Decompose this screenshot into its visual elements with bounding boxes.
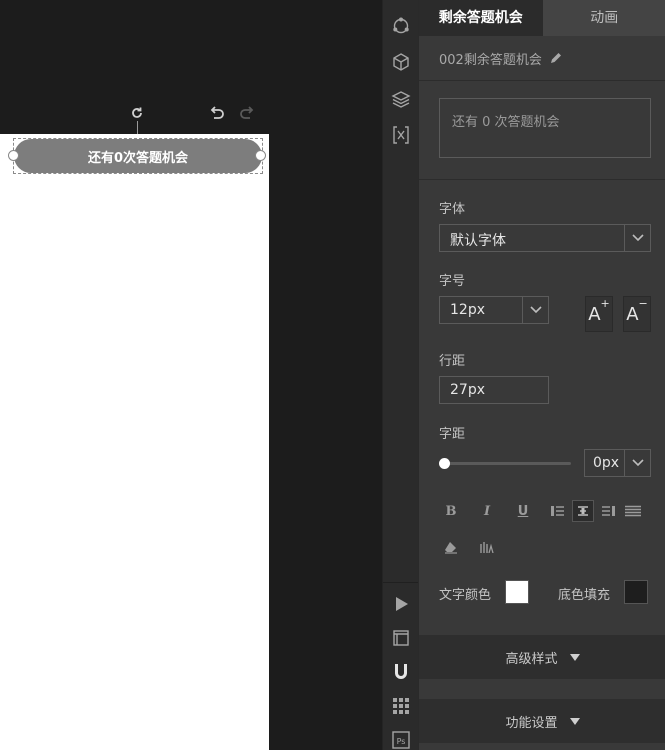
clear-format-icon[interactable] — [440, 536, 462, 558]
increase-font-button[interactable]: A+ — [585, 296, 613, 332]
pencil-icon[interactable] — [550, 52, 562, 64]
font-select[interactable]: 默认字体 — [439, 224, 651, 252]
panel-tabs: 剩余答题机会 动画 — [419, 0, 665, 36]
decrease-font-icon: A− — [626, 297, 648, 325]
advanced-style-section[interactable]: 高级样式 — [419, 635, 665, 679]
font-value: 默认字体 — [450, 233, 506, 249]
resize-handle-left[interactable] — [8, 150, 19, 161]
line-height-label: 行距 — [439, 354, 466, 369]
redo-icon[interactable] — [238, 104, 256, 122]
align-justify-icon[interactable] — [622, 500, 644, 522]
undo-icon[interactable] — [208, 104, 226, 122]
line-height-input[interactable]: 27px — [439, 376, 549, 404]
layers-icon[interactable] — [389, 87, 413, 111]
photoshop-icon[interactable]: Ps — [389, 728, 413, 750]
cube-icon[interactable] — [389, 50, 413, 74]
play-icon[interactable] — [389, 592, 413, 616]
editor-root: 还有0次答题机会 Ps 剩余答题机会 动画 002剩余答题机会 还有 0 次答题… — [0, 0, 665, 750]
element-name-row: 002剩余答题机会 — [439, 46, 562, 70]
side-toolbar: Ps — [382, 0, 419, 750]
canvas-area: 还有0次答题机会 — [0, 0, 382, 750]
align-left-icon[interactable] — [547, 500, 569, 522]
letter-spacing-value: 0px — [593, 455, 620, 471]
tab-animation[interactable]: 动画 — [542, 0, 665, 36]
chevron-down-icon[interactable] — [522, 297, 548, 323]
magnet-icon[interactable] — [389, 660, 413, 684]
variable-icon[interactable] — [389, 123, 413, 147]
divider — [419, 80, 665, 81]
share-icon[interactable] — [389, 14, 413, 38]
letter-spacing-label: 字距 — [439, 427, 466, 442]
align-center-icon[interactable] — [572, 500, 594, 522]
size-select[interactable]: 12px — [439, 296, 549, 324]
properties-panel: 剩余答题机会 动画 002剩余答题机会 还有 0 次答题机会 字体 默认字体 字… — [418, 0, 665, 750]
element-name[interactable]: 002剩余答题机会 — [439, 49, 542, 68]
letter-spacing-slider[interactable] — [445, 462, 571, 465]
frame-icon[interactable] — [389, 626, 413, 650]
toolbar-divider — [383, 582, 419, 583]
font-label: 字体 — [439, 202, 466, 217]
chevron-down-icon[interactable] — [624, 450, 650, 476]
function-settings-section[interactable]: 功能设置 — [419, 699, 665, 743]
phone-canvas[interactable] — [0, 134, 269, 750]
resize-handle-right[interactable] — [255, 150, 266, 161]
increase-font-icon: A+ — [588, 297, 610, 325]
grid-icon[interactable] — [389, 694, 413, 718]
text-color-label: 文字颜色 — [439, 588, 492, 603]
divider — [419, 179, 665, 180]
bold-icon[interactable]: B — [440, 500, 462, 522]
tab-remaining-chances[interactable]: 剩余答题机会 — [419, 0, 543, 36]
advanced-style-label: 高级样式 — [505, 651, 558, 667]
function-settings-label: 功能设置 — [505, 715, 558, 731]
align-right-icon[interactable] — [597, 500, 619, 522]
triangle-down-icon — [569, 653, 580, 661]
selected-text-element[interactable]: 还有0次答题机会 — [14, 139, 262, 173]
size-label: 字号 — [439, 274, 466, 289]
letter-spacing-slider-knob[interactable] — [439, 458, 450, 469]
chevron-down-icon[interactable] — [624, 225, 650, 251]
text-color-swatch[interactable] — [505, 580, 529, 604]
underline-icon[interactable]: U — [512, 500, 534, 522]
vertical-text-icon[interactable] — [476, 536, 498, 558]
selected-element-text: 还有0次答题机会 — [87, 150, 189, 166]
rotate-icon[interactable] — [128, 104, 146, 122]
bg-fill-swatch[interactable] — [624, 580, 648, 604]
letter-spacing-select[interactable]: 0px — [584, 449, 651, 477]
bg-fill-label: 底色填充 — [558, 588, 611, 603]
text-content-area[interactable]: 还有 0 次答题机会 — [439, 98, 651, 158]
svg-text:Ps: Ps — [397, 737, 406, 746]
decrease-font-button[interactable]: A− — [623, 296, 651, 332]
size-value: 12px — [450, 302, 485, 318]
italic-icon[interactable]: I — [476, 500, 498, 522]
triangle-down-icon — [569, 717, 580, 725]
